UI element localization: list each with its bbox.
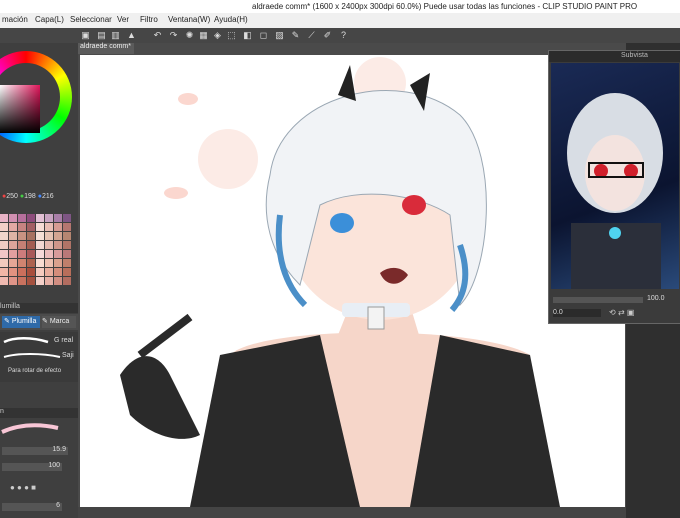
- drawing-canvas[interactable]: [80, 55, 625, 507]
- undo-icon[interactable]: ↶: [152, 30, 163, 41]
- extra-value: 6: [56, 502, 60, 509]
- size-value: 15.9: [52, 446, 66, 453]
- deselect-icon[interactable]: ⬚: [226, 30, 237, 41]
- opacity-slider[interactable]: 100: [2, 462, 62, 471]
- title-bar: aldraede comm* (1600 x 2400px 300dpi 60.…: [0, 0, 680, 13]
- menu-bar: mación Capa(L) Seleccionar Ver Filtro Ve…: [0, 13, 680, 29]
- new-canvas-icon[interactable]: ▣: [80, 30, 91, 41]
- menu-ventana[interactable]: Ventana(W): [168, 15, 210, 24]
- fit-icon[interactable]: ▣: [627, 308, 635, 317]
- rotate-icon[interactable]: ⟲: [609, 308, 616, 317]
- brush-list: G real Saji Para rotar de efecto: [0, 332, 78, 382]
- subvista-panel: Subvista 100.0 0.0 ⟲ ⇄ ▣: [548, 50, 680, 324]
- opacity-value: 100: [48, 462, 60, 469]
- canvas-tab[interactable]: aldraede comm*: [78, 43, 134, 54]
- brush-panel-header: lumilla: [0, 303, 78, 313]
- tab-plumilla[interactable]: ✎ Plumilla: [2, 316, 40, 328]
- brush-stroke-preview: [3, 353, 61, 358]
- green-value: 198: [24, 193, 36, 200]
- help-icon[interactable]: ?: [338, 30, 349, 41]
- blue-value: 216: [41, 193, 54, 200]
- tool-property-header: n: [0, 408, 78, 418]
- subvista-zoom-slider[interactable]: [553, 297, 643, 303]
- menu-animacion[interactable]: mación: [2, 15, 28, 24]
- brush-tab-bar: ✎ Plumilla ✎ Marca: [0, 314, 78, 330]
- size-slider[interactable]: 15.9: [2, 446, 68, 455]
- menu-seleccionar[interactable]: Seleccionar: [70, 15, 112, 24]
- rgb-readout: ●250 ●198 ●216: [2, 193, 78, 203]
- brush-preview: [0, 420, 60, 436]
- status-bar: [78, 507, 626, 518]
- left-panel: ●250 ●198 ●216 lumilla ✎ Plumilla ✎ Marc…: [0, 43, 78, 518]
- save-icon[interactable]: ▥: [110, 30, 121, 41]
- redo-icon[interactable]: ↷: [168, 30, 179, 41]
- menu-ayuda[interactable]: Ayuda(H): [214, 15, 248, 24]
- red-value: 250: [6, 193, 18, 200]
- saturation-square[interactable]: [0, 85, 40, 133]
- subvista-header: Subvista: [549, 51, 680, 62]
- menu-ver[interactable]: Ver: [117, 15, 129, 24]
- menu-capa[interactable]: Capa(L): [35, 15, 64, 24]
- crop-icon[interactable]: ◻: [258, 30, 269, 41]
- brush-stroke-preview: [3, 337, 49, 344]
- artwork-illustration: [120, 57, 560, 507]
- subvista-zoom: 100.0: [647, 295, 665, 302]
- brush-item-greal[interactable]: G real: [0, 334, 78, 348]
- flip-icon[interactable]: ⇄: [618, 308, 625, 317]
- fill-icon[interactable]: ◈: [212, 30, 223, 41]
- subvista-controls[interactable]: ⟲ ⇄ ▣: [609, 308, 679, 318]
- extra-slider[interactable]: 6: [2, 502, 62, 511]
- brush-tip-options[interactable]: ● ● ● ■: [10, 483, 70, 493]
- command-bar: ▣ ▤ ▥ ▲ ↶ ↷ ✺ ▦ ◈ ⬚ ◧ ◻ ▨ ✎ ⟋ ✐ ?: [0, 28, 680, 43]
- brush-item-efecto[interactable]: Para rotar de efecto: [0, 364, 78, 378]
- export-icon[interactable]: ▲: [126, 30, 137, 41]
- pen-tool-icon[interactable]: ✎: [290, 30, 301, 41]
- invert-selection-icon[interactable]: ◧: [242, 30, 253, 41]
- loading-icon[interactable]: ✺: [184, 30, 195, 41]
- open-folder-icon[interactable]: ▤: [96, 30, 107, 41]
- pen-icon: ✎: [4, 318, 10, 325]
- marker-icon: ✎: [42, 318, 48, 325]
- clear-icon[interactable]: ▦: [198, 30, 209, 41]
- tab-marca[interactable]: ✎ Marca: [42, 316, 76, 328]
- line-tool-icon[interactable]: ⟋: [306, 30, 317, 41]
- subvista-image: [551, 63, 679, 289]
- window-title: aldraede comm* (1600 x 2400px 300dpi 60.…: [252, 2, 638, 11]
- color-palette[interactable]: [0, 214, 72, 312]
- brush-tool-icon[interactable]: ✐: [322, 30, 333, 41]
- menu-filtro[interactable]: Filtro: [140, 15, 158, 24]
- circle-icon: ● ● ● ■: [10, 483, 36, 492]
- ruler-icon[interactable]: ▨: [274, 30, 285, 41]
- subvista-angle-field[interactable]: 0.0: [553, 309, 601, 317]
- brush-item-saji[interactable]: Saji: [0, 349, 78, 363]
